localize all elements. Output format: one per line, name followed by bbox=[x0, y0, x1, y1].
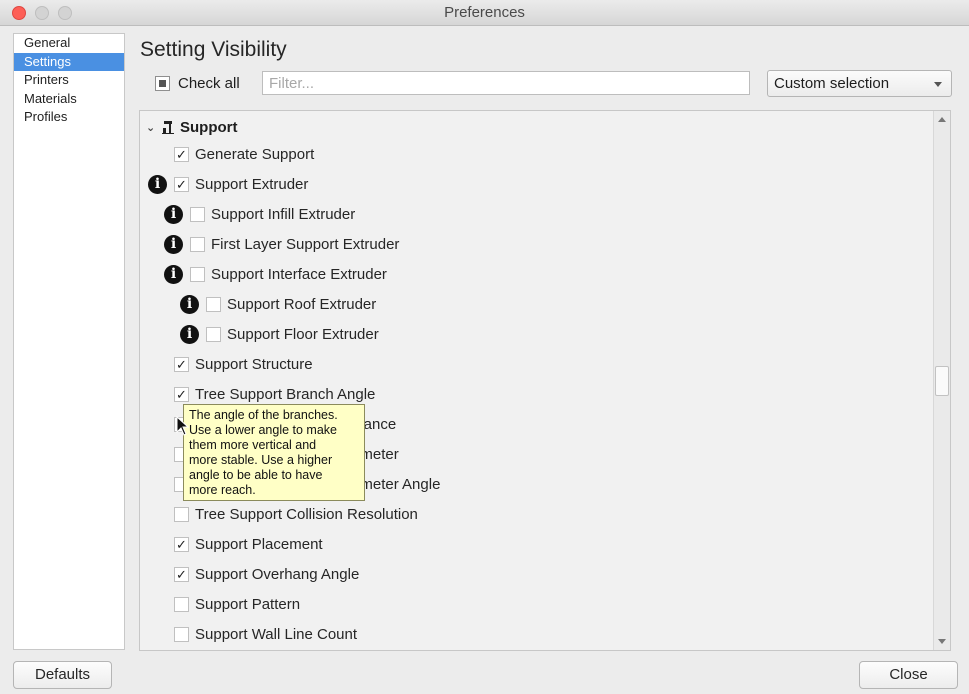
checkbox-unchecked[interactable] bbox=[174, 596, 189, 612]
checkbox-unchecked[interactable] bbox=[174, 506, 189, 522]
section-header-support[interactable]: ⌄ Support bbox=[146, 117, 238, 137]
setting-label: Support Roof Extruder bbox=[227, 295, 377, 313]
check-all-label: Check all bbox=[178, 74, 240, 92]
section-label: Support bbox=[180, 118, 238, 136]
setting-row[interactable]: ✓ Support Structure bbox=[174, 352, 313, 376]
filter-input[interactable] bbox=[262, 71, 750, 95]
setting-label: Support Extruder bbox=[195, 175, 309, 193]
setting-row[interactable]: i First Layer Support Extruder bbox=[164, 232, 400, 256]
setting-row[interactable]: i Support Roof Extruder bbox=[180, 292, 377, 316]
checkbox-unchecked[interactable] bbox=[190, 206, 205, 222]
visibility-preset-value: Custom selection bbox=[774, 75, 890, 92]
setting-row[interactable]: ✓ Support Overhang Angle bbox=[174, 562, 359, 586]
setting-label: Support Floor Extruder bbox=[227, 325, 379, 343]
visibility-preset-select[interactable]: Custom selection bbox=[767, 70, 952, 97]
setting-label: Tree Support Collision Resolution bbox=[195, 505, 418, 523]
tooltip-line: more stable. Use a higher bbox=[189, 453, 333, 467]
info-icon[interactable]: i bbox=[164, 264, 183, 284]
setting-label: Generate Support bbox=[195, 145, 315, 163]
title-bar: Preferences bbox=[0, 0, 969, 26]
info-icon[interactable]: i bbox=[164, 234, 183, 254]
scroll-up-arrow-icon[interactable] bbox=[938, 117, 946, 122]
setting-label: First Layer Support Extruder bbox=[211, 235, 400, 253]
chevron-down-icon[interactable]: ⌄ bbox=[146, 121, 156, 134]
setting-row[interactable]: i Support Floor Extruder bbox=[180, 322, 379, 346]
setting-row[interactable]: i ✓ Support Extruder bbox=[148, 172, 309, 196]
tooltip-line: angle to be able to have bbox=[189, 468, 323, 482]
info-icon[interactable]: i bbox=[180, 294, 199, 314]
check-all-checkbox[interactable] bbox=[155, 75, 170, 91]
checkbox-checked[interactable]: ✓ bbox=[174, 356, 189, 372]
setting-row[interactable]: Tree Support Collision Resolution bbox=[174, 502, 418, 526]
checkbox-checked[interactable]: ✓ bbox=[174, 536, 189, 552]
info-icon[interactable]: i bbox=[180, 324, 199, 344]
tooltip-line: them more vertical and bbox=[189, 438, 317, 452]
setting-row[interactable]: i Support Interface Extruder bbox=[164, 262, 387, 286]
sidebar-item-materials[interactable]: Materials bbox=[14, 90, 124, 109]
partial-check-icon bbox=[159, 79, 166, 87]
setting-row[interactable]: Support Pattern bbox=[174, 592, 300, 616]
setting-row[interactable]: Support Wall Line Count bbox=[174, 622, 357, 646]
setting-row[interactable]: ✓ Generate Support bbox=[174, 142, 314, 166]
setting-label: Support Placement bbox=[195, 535, 323, 553]
checkbox-unchecked[interactable] bbox=[174, 626, 189, 642]
vertical-scrollbar[interactable] bbox=[933, 111, 950, 650]
settings-list[interactable]: ⌄ Support ✓ Generate Support i ✓ Support Ext… bbox=[139, 110, 951, 651]
check-all-toggle[interactable]: Check all bbox=[155, 72, 240, 94]
setting-row[interactable]: i Support Infill Extruder bbox=[164, 202, 356, 226]
preferences-sidebar: General Settings Printers Materials Prof… bbox=[13, 33, 125, 650]
tooltip-line: Use a lower angle to make bbox=[189, 423, 337, 437]
setting-row[interactable]: ✓ Support Placement bbox=[174, 532, 323, 556]
tooltip-line: more reach. bbox=[189, 483, 256, 497]
checkbox-unchecked[interactable] bbox=[206, 296, 221, 312]
sidebar-item-profiles[interactable]: Profiles bbox=[14, 108, 124, 127]
close-button[interactable]: Close bbox=[859, 661, 958, 689]
sidebar-item-general[interactable]: General bbox=[14, 34, 124, 53]
info-icon[interactable]: i bbox=[148, 174, 167, 194]
setting-label: Support Infill Extruder bbox=[211, 205, 356, 223]
setting-label: Tree Support Branch Angle bbox=[195, 385, 376, 403]
setting-row[interactable]: ✓ Tree Support Branch Angle bbox=[174, 382, 375, 406]
setting-label: Support Pattern bbox=[195, 595, 301, 613]
setting-label: Support Structure bbox=[195, 355, 313, 373]
info-icon[interactable]: i bbox=[164, 204, 183, 224]
setting-tooltip: The angle of the branches. Use a lower a… bbox=[183, 404, 365, 501]
checkbox-checked[interactable]: ✓ bbox=[174, 566, 189, 582]
setting-label: Support Wall Line Count bbox=[195, 625, 358, 643]
support-category-icon bbox=[162, 121, 174, 134]
sidebar-item-settings[interactable]: Settings bbox=[14, 52, 124, 71]
defaults-button[interactable]: Defaults bbox=[13, 661, 112, 689]
window-title: Preferences bbox=[444, 4, 525, 21]
checkbox-unchecked[interactable] bbox=[206, 326, 221, 342]
page-title: Setting Visibility bbox=[140, 38, 287, 61]
tooltip-line: The angle of the branches. bbox=[189, 408, 338, 422]
setting-label: Support Interface Extruder bbox=[211, 265, 387, 283]
sidebar-item-printers[interactable]: Printers bbox=[14, 71, 124, 90]
checkbox-unchecked[interactable] bbox=[190, 236, 205, 252]
scroll-down-arrow-icon[interactable] bbox=[938, 639, 946, 644]
chevron-down-icon bbox=[934, 82, 942, 87]
setting-label: Support Overhang Angle bbox=[195, 565, 360, 583]
checkbox-checked[interactable]: ✓ bbox=[174, 176, 189, 192]
checkbox-unchecked[interactable] bbox=[190, 266, 205, 282]
mouse-pointer-icon bbox=[176, 416, 190, 436]
checkbox-checked[interactable]: ✓ bbox=[174, 386, 189, 402]
scrollbar-thumb[interactable] bbox=[935, 366, 949, 396]
checkbox-checked[interactable]: ✓ bbox=[174, 146, 189, 162]
